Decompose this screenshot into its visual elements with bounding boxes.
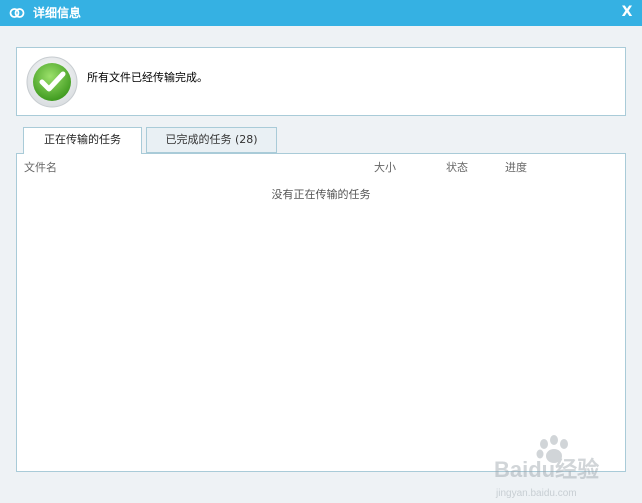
watermark-url: jingyan.baidu.com — [495, 488, 577, 499]
check-circle-icon — [26, 56, 78, 108]
baidu-jingyan-watermark: Baidu经验 jingyan.baidu.com — [494, 435, 599, 499]
tab-transferring[interactable]: 正在传输的任务 — [23, 127, 142, 154]
title-bar: 详细信息 X — [0, 0, 642, 26]
task-list: 文件名 大小 状态 进度 没有正在传输的任务 — [16, 153, 626, 472]
column-header-filename[interactable]: 文件名 — [24, 160, 57, 176]
column-header-progress[interactable]: 进度 — [505, 160, 527, 176]
status-panel: 所有文件已经传输完成。 — [16, 47, 626, 116]
status-message: 所有文件已经传输完成。 — [87, 71, 208, 84]
column-header-status[interactable]: 状态 — [446, 160, 468, 176]
tab-completed[interactable]: 已完成的任务 (28) — [146, 127, 277, 153]
empty-list-message: 没有正在传输的任务 — [271, 188, 371, 201]
watermark-brand: Baidu经验 — [494, 457, 599, 482]
column-header-size[interactable]: 大小 — [374, 160, 396, 176]
window-title: 详细信息 — [33, 6, 82, 20]
close-button[interactable]: X — [618, 3, 636, 21]
app-logo-icon — [9, 8, 25, 18]
